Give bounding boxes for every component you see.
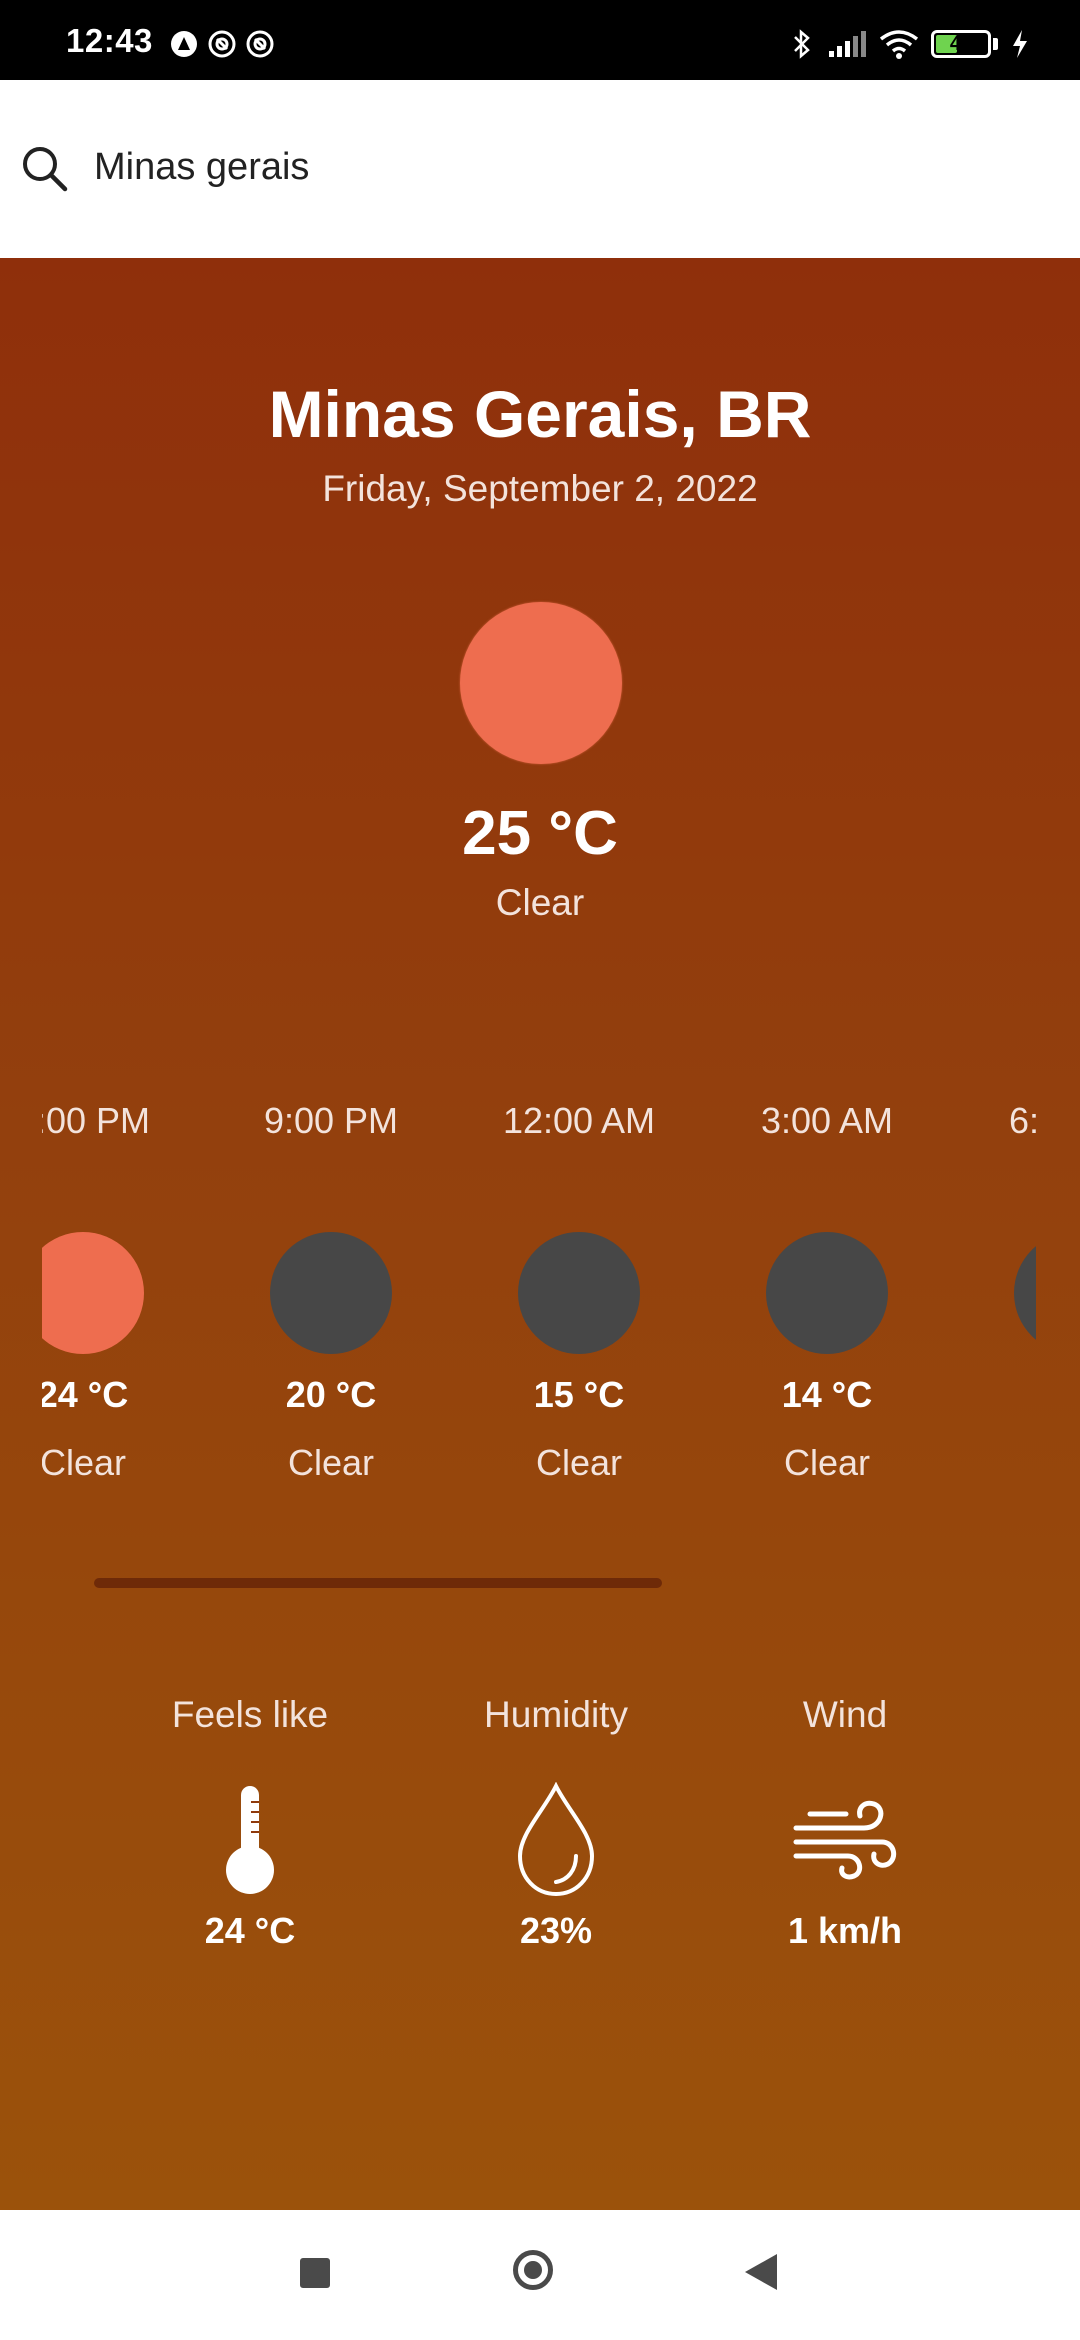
location-title: Minas Gerais, BR: [268, 377, 812, 451]
battery-level: 41: [949, 33, 973, 55]
hourly-item: 6:00 PM 24 °C Clear: [42, 1098, 207, 1778]
hourly-scrollbar[interactable]: [94, 1578, 662, 1588]
current-condition: Clear: [495, 882, 585, 923]
humidity-value: 23%: [519, 1910, 593, 1951]
hourly-item: 12:00 AM 15 °C Clear: [455, 1098, 703, 1778]
status-right-icons: 41: [789, 28, 1030, 60]
hourly-condition: C: [951, 1442, 1036, 1484]
wind-detail: Wind 1 km/h: [695, 1694, 995, 1952]
hourly-item: 6:00 AM 1 C: [951, 1098, 1036, 1778]
signal-icon: [829, 31, 866, 57]
hourly-temperature: 1: [951, 1374, 1036, 1416]
charging-icon: [1013, 30, 1027, 58]
wind-label: Wind: [802, 1694, 888, 1735]
navigation-bar: [0, 2210, 1080, 2340]
current-temperature: 25 °C: [462, 799, 618, 868]
hourly-item: 9:00 PM 20 °C Clear: [207, 1098, 455, 1778]
hourly-time: 9:00 PM: [263, 1100, 399, 1141]
battery-icon: 41: [931, 30, 991, 58]
recent-apps-icon[interactable]: [300, 2258, 330, 2288]
hourly-time: 12:00 AM: [502, 1100, 656, 1141]
thermometer-icon: [226, 1786, 274, 1894]
feels-like-value: 24 °C: [204, 1910, 296, 1951]
hourly-temperature: 24 °C: [42, 1374, 129, 1415]
battery-tip: [993, 38, 998, 50]
sun-icon: [460, 602, 622, 764]
notification-a-icon: [171, 31, 197, 57]
hourly-time: 3:00 AM: [760, 1100, 894, 1141]
hourly-forecast[interactable]: 6:00 PM24 °CClear9:00 PM20 °CClear12:00 …: [42, 1098, 1036, 1778]
moon-icon: [766, 1232, 888, 1354]
moon-icon: [1014, 1232, 1036, 1354]
humidity-detail: Humidity 23%: [406, 1694, 706, 1952]
hourly-condition: Clear: [287, 1442, 375, 1483]
notification-c-icon: [246, 30, 274, 58]
status-time: 12:43: [66, 22, 153, 59]
search-bar: [0, 80, 1080, 258]
notification-b-icon: [208, 30, 236, 58]
hourly-temperature: 20 °C: [285, 1374, 377, 1415]
wifi-icon: [879, 30, 919, 59]
back-icon[interactable]: [745, 2254, 777, 2290]
hourly-condition: Clear: [42, 1442, 127, 1483]
hourly-time: 6:00 AM: [1008, 1100, 1036, 1141]
weather-panel: Minas Gerais, BR Friday, September 2, 20…: [0, 258, 1080, 2210]
hourly-item: 3:00 AM 14 °C Clear: [703, 1098, 951, 1778]
search-icon[interactable]: [20, 144, 70, 194]
hourly-temperature: 15 °C: [533, 1374, 625, 1415]
moon-icon: [518, 1232, 640, 1354]
humidity-label: Humidity: [484, 1694, 628, 1735]
water-drop-icon: [517, 1782, 595, 1897]
moon-icon: [270, 1232, 392, 1354]
current-date: Friday, September 2, 2022: [322, 468, 758, 509]
feels-like-detail: Feels like 24 °C: [100, 1694, 400, 1952]
hourly-time: 6:00 PM: [42, 1100, 151, 1141]
wind-icon: [793, 1800, 897, 1880]
sun-icon: [42, 1232, 144, 1354]
home-icon[interactable]: [513, 2250, 553, 2290]
wind-value: 1 km/h: [787, 1910, 903, 1951]
hourly-condition: Clear: [535, 1442, 623, 1483]
weather-details: Feels like 24 °C Humidity 23% Wind 1 km/…: [0, 1694, 1080, 1994]
hourly-temperature: 14 °C: [781, 1374, 873, 1415]
hourly-condition: Clear: [783, 1442, 871, 1483]
notification-icons: [170, 30, 274, 58]
bluetooth-icon: [794, 29, 810, 59]
status-bar: 12:43 41: [0, 0, 1080, 80]
feels-like-label: Feels like: [171, 1694, 329, 1735]
search-input[interactable]: [92, 136, 996, 198]
